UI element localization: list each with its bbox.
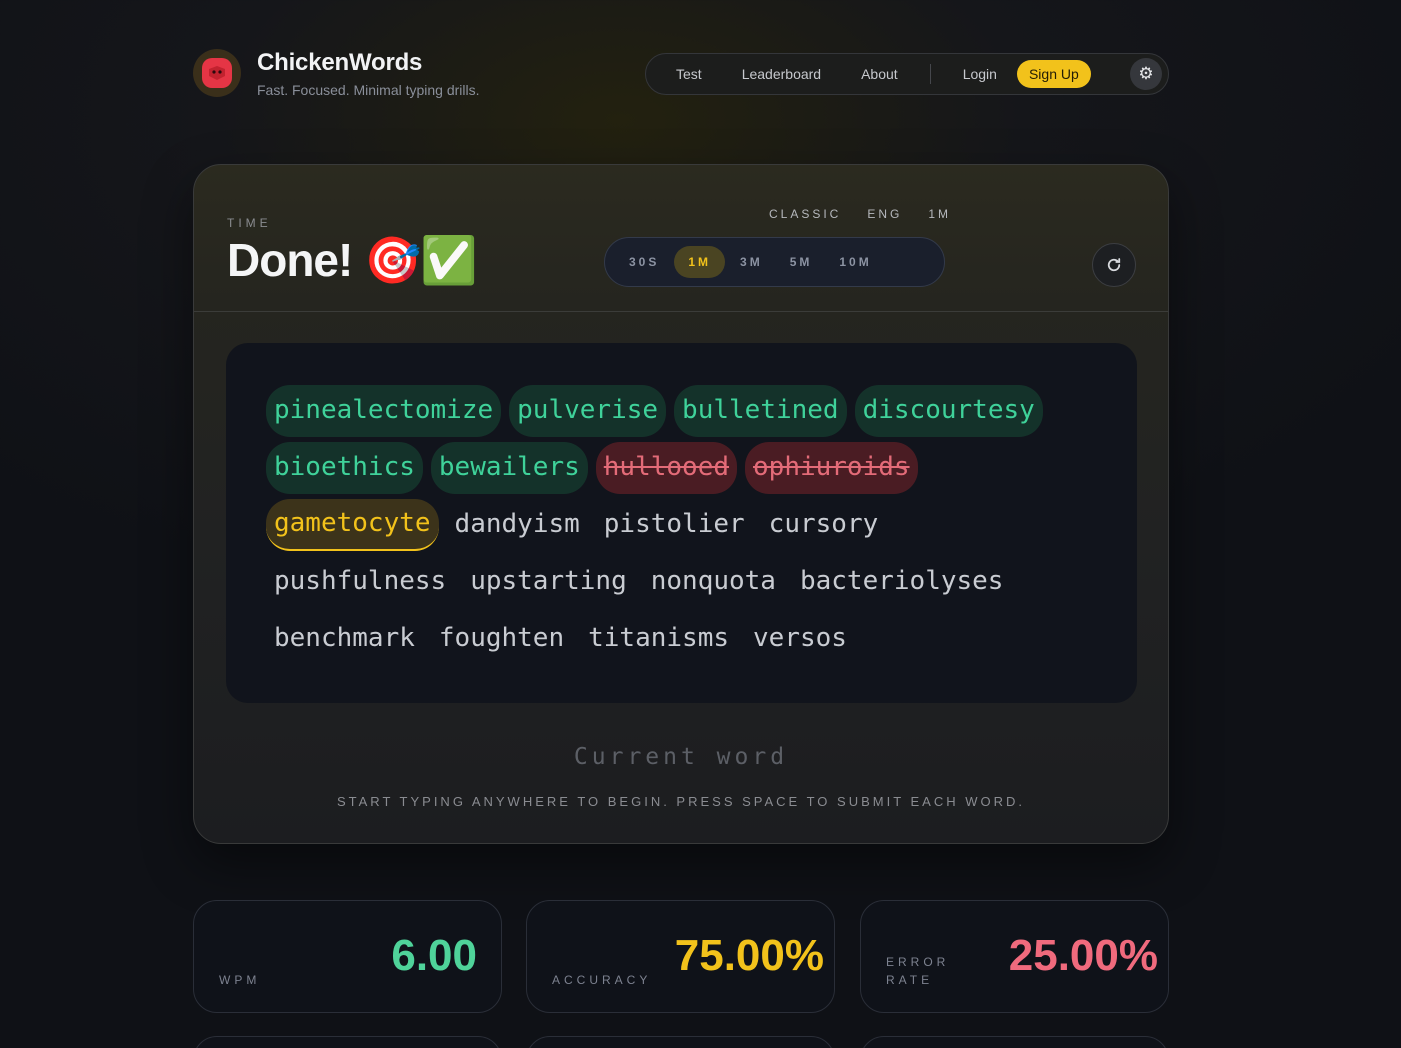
nav-link-leaderboard[interactable]: Leaderboard (722, 66, 841, 82)
login-link[interactable]: Login (943, 66, 1017, 82)
word-correct: pulverise (509, 384, 667, 437)
meta-duration: 1M (928, 207, 952, 221)
word-correct: pinealectomize (266, 384, 502, 437)
app-subtitle: Fast. Focused. Minimal typing drills. (257, 82, 480, 98)
word-row: pushfulness upstarting nonquota bacteriolys… (266, 553, 1106, 610)
stat-card-row2-2 (526, 1036, 835, 1048)
duration-option-5m[interactable]: 5M (778, 246, 825, 278)
stat-value-accuracy: 75.00% (674, 931, 824, 980)
restart-icon[interactable] (1092, 243, 1136, 287)
stat-value-wpm: 6.00 (391, 931, 477, 980)
nav-divider (929, 64, 931, 84)
word-row: bioethics bewailers hullooed ophiuroids (266, 439, 1106, 496)
meta-language: ENG (867, 207, 903, 221)
time-value: Done! 🎯✅ (227, 234, 478, 286)
word-plain: foughten (438, 623, 565, 653)
word-plain: cursory (768, 509, 879, 539)
duration-option-3m[interactable]: 3M (728, 246, 775, 278)
duration-selector: 30S 1M 3M 5M 10M (604, 237, 945, 287)
logo[interactable] (193, 49, 241, 97)
word-plain: nonquota (650, 566, 776, 596)
top-nav: Test Leaderboard About Login Sign Up ⚙ (645, 53, 1169, 95)
word-plain: pistolier (603, 509, 745, 539)
time-label: TIME (227, 216, 272, 230)
stat-card-accuracy: ACCURACY 75.00% (526, 900, 835, 1013)
duration-option-30s[interactable]: 30S (617, 246, 671, 278)
stat-card-wpm: WPM 6.00 (193, 900, 502, 1013)
stat-label-accuracy: ACCURACY (552, 973, 652, 987)
duration-option-1m[interactable]: 1M (674, 246, 726, 278)
stat-label-wpm: WPM (219, 973, 261, 987)
nav-link-test[interactable]: Test (656, 66, 722, 82)
nav-link-about[interactable]: About (841, 66, 918, 82)
stat-label-error-rate: ERROR RATE (886, 953, 949, 989)
words-panel[interactable]: pinealectomize pulverise bulletined discour… (226, 343, 1137, 703)
word-wrong: hullooed (595, 441, 738, 494)
word-correct: bioethics (266, 441, 423, 494)
instruction-hint: START TYPING ANYWHERE TO BEGIN. PRESS SP… (336, 794, 1026, 809)
word-plain: titanisms (588, 623, 730, 653)
word-row: benchmark foughten titanisms versos (266, 610, 1106, 667)
current-word-input[interactable]: Current word (194, 744, 1168, 770)
word-row: gametocyte dandyism pistolier cursory (266, 496, 1106, 553)
stat-value-error-rate: 25.00% (1008, 931, 1158, 980)
word-plain: bacteriolyses (799, 566, 1004, 596)
word-wrong: ophiuroids (745, 441, 918, 494)
stat-card-row2-1 (193, 1036, 502, 1048)
stat-label-error-line2: RATE (886, 973, 934, 987)
word-correct: discourtesy (854, 384, 1043, 437)
word-plain: versos (753, 623, 847, 653)
test-meta: CLASSIC ENG 1M (769, 207, 951, 221)
word-plain: dandyism (454, 509, 580, 539)
stat-label-error-line1: ERROR (886, 955, 950, 969)
word-plain: upstarting (470, 566, 627, 596)
stat-card-row2-3 (860, 1036, 1169, 1048)
duration-option-10m[interactable]: 10M (827, 246, 883, 278)
word-plain: pushfulness (274, 566, 447, 596)
gear-icon[interactable]: ⚙ (1130, 58, 1162, 90)
header: ChickenWords Fast. Focused. Minimal typi… (193, 49, 1169, 99)
word-plain: benchmark (274, 623, 415, 653)
word-correct: bulletined (674, 384, 847, 437)
test-toolbar: TIME Done! 🎯✅ CLASSIC ENG 1M 30S 1M 3M 5… (194, 165, 1168, 312)
stat-card-error-rate: ERROR RATE 25.00% (860, 900, 1169, 1013)
app-title: ChickenWords (257, 49, 423, 76)
chicken-icon (202, 58, 232, 88)
word-current: gametocyte (266, 498, 439, 551)
word-list: pinealectomize pulverise bulletined discour… (266, 382, 1106, 667)
word-correct: bewailers (430, 441, 588, 494)
typing-test-card: TIME Done! 🎯✅ CLASSIC ENG 1M 30S 1M 3M 5… (193, 164, 1169, 844)
word-row: pinealectomize pulverise bulletined discour… (266, 382, 1106, 439)
signup-button[interactable]: Sign Up (1016, 60, 1091, 88)
meta-mode: CLASSIC (769, 207, 842, 221)
